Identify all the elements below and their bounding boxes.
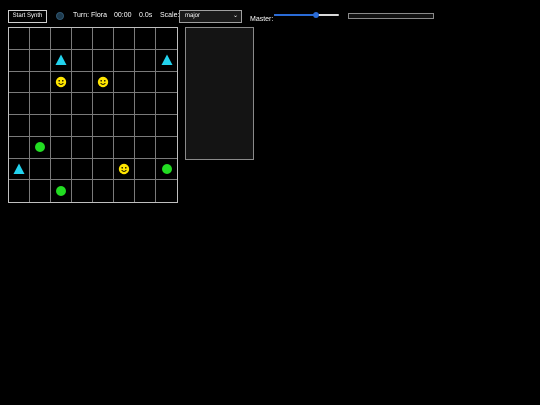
board-cell[interactable] (156, 28, 177, 50)
circle-icon (35, 142, 45, 153)
board-cell[interactable] (30, 49, 51, 72)
board-cell[interactable] (9, 158, 30, 181)
board-cell[interactable] (114, 180, 135, 202)
board-cell[interactable] (135, 115, 156, 137)
board-cell[interactable] (72, 93, 93, 115)
board-cell[interactable] (93, 28, 114, 50)
board-cell[interactable] (135, 28, 156, 50)
board-cell[interactable] (156, 72, 177, 94)
board-cell[interactable] (51, 136, 72, 159)
smiley-icon (118, 163, 130, 175)
slider-thumb[interactable] (313, 12, 320, 18)
board-cell[interactable] (114, 158, 135, 181)
board-cell[interactable] (135, 158, 156, 181)
timer-display: 00:00 (114, 12, 132, 19)
slider-fill (274, 14, 317, 16)
board-cell[interactable] (72, 136, 93, 159)
board-cell[interactable] (9, 71, 30, 94)
status-dot-icon (56, 12, 64, 20)
board-cell[interactable] (9, 136, 30, 159)
board-cell[interactable] (156, 180, 177, 202)
circle-icon (56, 186, 66, 197)
board-cell[interactable] (30, 136, 51, 159)
board-cell[interactable] (72, 49, 93, 72)
board-cell[interactable] (114, 93, 135, 115)
board-cell[interactable] (30, 71, 51, 94)
board-cell[interactable] (51, 49, 72, 72)
board-cell[interactable] (135, 49, 156, 72)
board-cell[interactable] (114, 136, 135, 159)
board-cell[interactable] (51, 180, 72, 202)
board-cell[interactable] (135, 93, 156, 115)
turn-indicator: Turn: Flora (73, 12, 107, 19)
board-cell[interactable] (9, 115, 30, 137)
board-cell[interactable] (135, 136, 156, 159)
board-cell[interactable] (156, 50, 177, 72)
board-cell[interactable] (30, 115, 51, 137)
smiley-icon (97, 76, 109, 88)
board-cell[interactable] (93, 136, 114, 159)
board-cell[interactable] (114, 71, 135, 94)
board-cell[interactable] (93, 93, 114, 115)
board-cell[interactable] (30, 180, 51, 202)
scale-select-value: major (185, 13, 201, 19)
elapsed-time: 0.0s (139, 12, 153, 19)
start-synth-button[interactable]: Start Synth (8, 10, 47, 23)
board-cell[interactable] (51, 158, 72, 181)
scale-label: Scale: (160, 12, 180, 19)
master-volume-slider[interactable] (274, 12, 339, 18)
board-cell[interactable] (93, 180, 114, 202)
board-cell[interactable] (72, 71, 93, 94)
scale-select[interactable]: major ⌄ (179, 10, 242, 23)
board-cell[interactable] (114, 115, 135, 137)
board-cell[interactable] (30, 158, 51, 181)
board-cell[interactable] (51, 28, 72, 50)
triangle-icon (55, 54, 67, 66)
board-cell[interactable] (9, 93, 30, 115)
board-cell[interactable] (30, 93, 51, 115)
board-cell[interactable] (156, 115, 177, 137)
board-cell[interactable] (51, 115, 72, 137)
board-cell[interactable] (72, 28, 93, 50)
board-cell[interactable] (156, 93, 177, 115)
board-cell[interactable] (135, 71, 156, 94)
chevron-down-icon: ⌄ (232, 13, 238, 19)
board-cell[interactable] (114, 49, 135, 72)
board-cell[interactable] (93, 49, 114, 72)
game-board (8, 27, 178, 203)
board-cell[interactable] (93, 158, 114, 181)
toolbar: Start Synth Turn: Flora 00:00 0.0s Scale… (0, 0, 540, 26)
board-cell[interactable] (9, 49, 30, 72)
level-meter (348, 13, 434, 19)
board-cell[interactable] (156, 137, 177, 159)
board-cell[interactable] (135, 180, 156, 202)
board-cell[interactable] (72, 180, 93, 202)
smiley-icon (55, 76, 67, 88)
triangle-icon (161, 54, 172, 66)
board-cell[interactable] (114, 28, 135, 50)
board-cell[interactable] (72, 158, 93, 181)
triangle-icon (13, 163, 25, 174)
board-cell[interactable] (93, 115, 114, 137)
board-cell[interactable] (30, 28, 51, 50)
board-cell[interactable] (51, 71, 72, 94)
side-panel (185, 27, 254, 160)
master-label: Master: (250, 16, 274, 23)
board-cell[interactable] (93, 71, 114, 94)
board-cell[interactable] (9, 180, 30, 202)
board-cell[interactable] (72, 115, 93, 137)
circle-icon (161, 163, 172, 174)
board-cell[interactable] (9, 28, 30, 50)
board-cell[interactable] (156, 159, 177, 181)
board-cell[interactable] (51, 93, 72, 115)
